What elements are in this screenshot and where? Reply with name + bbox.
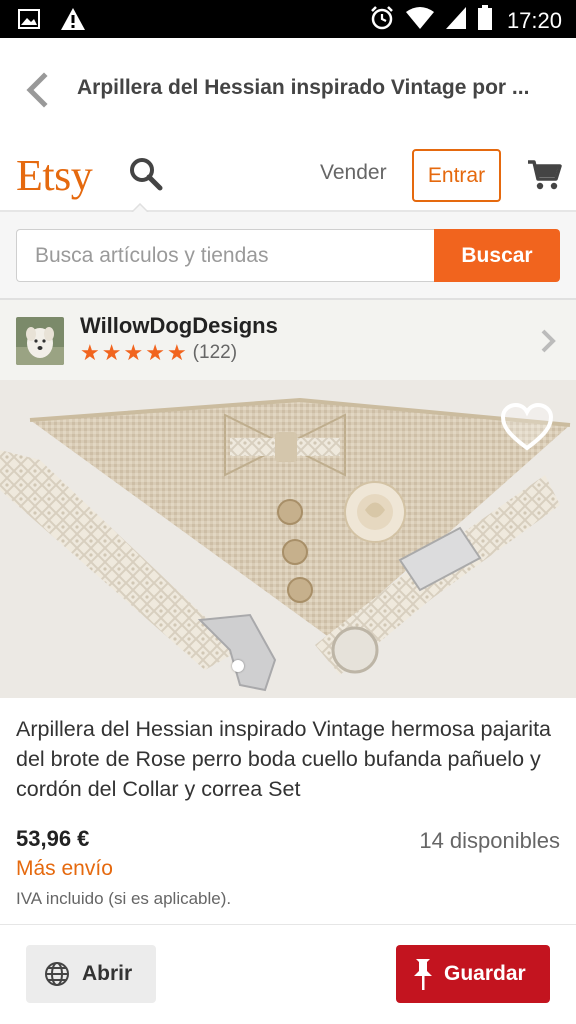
save-button[interactable]: Guardar xyxy=(396,945,550,1003)
star-icon: ★ xyxy=(166,340,187,365)
availability: 14 disponibles xyxy=(419,828,560,853)
signin-button[interactable]: Entrar xyxy=(412,149,501,202)
favorite-button[interactable] xyxy=(500,402,554,452)
vat-note: IVA incluido (si es aplicable). xyxy=(16,889,232,908)
star-icon: ★ xyxy=(101,340,122,365)
shop-row[interactable]: WillowDogDesigns ★ ★ ★ ★ ★ (122) xyxy=(0,300,576,380)
signal-icon xyxy=(445,6,467,35)
pagination-dot[interactable] xyxy=(232,660,244,672)
page-title: Arpillera del Hessian inspirado Vintage … xyxy=(77,76,530,99)
wifi-icon xyxy=(405,6,435,35)
bottom-action-bar: Abrir Guardar xyxy=(0,924,576,1024)
status-bar: 17:20 xyxy=(0,0,576,38)
warning-icon xyxy=(60,7,86,36)
etsy-logo[interactable]: Etsy xyxy=(16,150,93,201)
save-label: Guardar xyxy=(444,962,526,985)
cart-icon xyxy=(528,160,562,190)
heart-icon xyxy=(500,402,554,451)
chevron-left-icon xyxy=(26,72,48,108)
sell-link[interactable]: Vender xyxy=(320,161,387,185)
shop-avatar xyxy=(16,317,64,365)
search-input[interactable]: Busca artículos y tiendas xyxy=(16,229,436,282)
search-toggle-button[interactable] xyxy=(128,156,164,192)
product-price: 53,96 € xyxy=(16,826,90,851)
open-button[interactable]: Abrir xyxy=(26,945,156,1003)
alarm-icon xyxy=(369,5,395,36)
product-title: Arpillera del Hessian inspirado Vintage … xyxy=(16,717,552,801)
site-header: Etsy Vender Entrar xyxy=(0,140,576,213)
globe-icon xyxy=(45,962,69,986)
product-image[interactable] xyxy=(0,380,576,698)
search-button[interactable]: Buscar xyxy=(434,229,560,282)
shipping-link[interactable]: Más envío xyxy=(16,857,113,881)
star-icon: ★ xyxy=(123,340,144,365)
back-button[interactable] xyxy=(20,72,52,108)
review-count: (122) xyxy=(192,342,238,363)
search-icon xyxy=(130,158,163,191)
shop-name[interactable]: WillowDogDesigns xyxy=(80,313,278,339)
open-label: Abrir xyxy=(82,962,133,985)
product-details: Arpillera del Hessian inspirado Vintage … xyxy=(0,698,576,924)
star-icon: ★ xyxy=(80,340,100,365)
shop-rating: ★ ★ ★ ★ ★ (122) xyxy=(80,342,237,364)
star-icon: ★ xyxy=(145,340,165,365)
cart-button[interactable] xyxy=(526,157,562,193)
search-bar: Busca artículos y tiendas Buscar xyxy=(0,212,576,300)
pin-icon xyxy=(414,959,432,990)
battery-icon xyxy=(477,5,493,36)
nav-header: Arpillera del Hessian inspirado Vintage … xyxy=(0,38,576,140)
chevron-right-icon xyxy=(541,329,556,353)
image-icon xyxy=(18,9,40,34)
image-pagination xyxy=(232,660,244,672)
clock: 17:20 xyxy=(506,7,562,33)
